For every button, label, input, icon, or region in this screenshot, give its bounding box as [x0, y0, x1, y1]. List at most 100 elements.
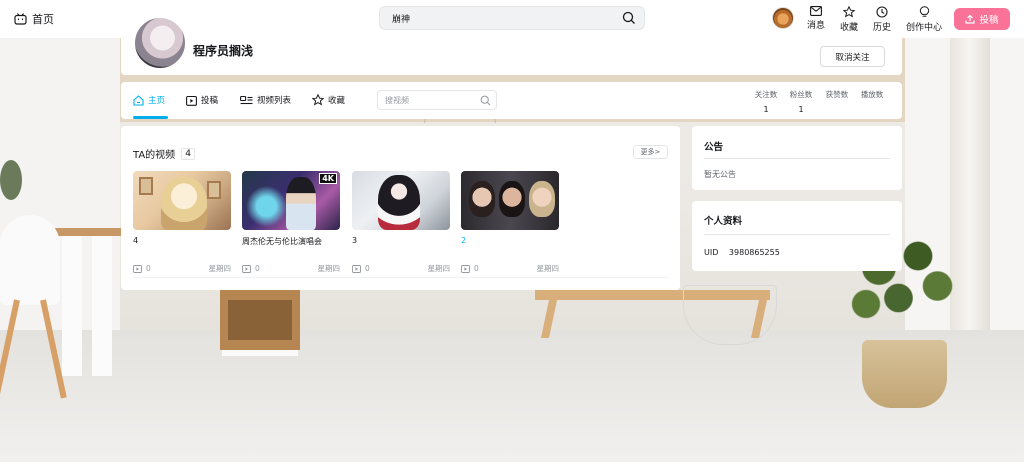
- view-count-value: 0: [474, 264, 479, 273]
- face: [469, 181, 495, 217]
- singer: [286, 177, 316, 230]
- stat-likes-label: 获赞数: [825, 90, 849, 99]
- anime-character: [378, 175, 420, 230]
- play-count-icon: [461, 264, 470, 273]
- stat-following[interactable]: 关注数 1: [751, 89, 781, 114]
- picture-frame: [207, 181, 221, 199]
- bulb-icon: [919, 6, 929, 17]
- nav-messages[interactable]: 消息: [807, 6, 825, 31]
- video-meta: 0 星期四: [352, 263, 450, 274]
- video-thumbnail[interactable]: [461, 171, 559, 230]
- notice-text: 暂无公告: [704, 170, 736, 179]
- picture-frame: [139, 177, 153, 195]
- profile-info-title: 个人资料: [704, 216, 743, 227]
- video-title[interactable]: 2: [461, 236, 559, 246]
- stat-following-label: 关注数: [754, 90, 778, 99]
- video-date: 星期四: [208, 264, 232, 273]
- view-count-value: 0: [146, 264, 151, 273]
- nav-favorites[interactable]: 收藏: [840, 6, 858, 33]
- video-title[interactable]: 4: [133, 236, 231, 246]
- stat-likes: 获赞数: [822, 89, 852, 105]
- tab-uploads[interactable]: 投稿: [186, 94, 218, 106]
- home-link[interactable]: 首页: [14, 11, 54, 27]
- video-card[interactable]: 4K 周杰伦无与伦比演唱会 0 星期四: [242, 171, 340, 274]
- nav-history-label: 历史: [873, 23, 892, 33]
- upload-button[interactable]: 投稿: [954, 8, 1010, 30]
- profile-avatar[interactable]: [133, 16, 187, 70]
- view-count-value: 0: [365, 264, 370, 273]
- tab-home-label: 主页: [148, 96, 166, 106]
- video-thumbnail[interactable]: [352, 171, 450, 230]
- tab-home[interactable]: 主页: [133, 94, 165, 106]
- tab-uploads-label: 投稿: [201, 96, 219, 106]
- video-meta: 0 星期四: [133, 263, 231, 274]
- home-label: 首页: [32, 13, 54, 26]
- header-search[interactable]: [379, 6, 645, 30]
- nav-history[interactable]: 历史: [873, 6, 891, 33]
- video-date: 星期四: [317, 264, 341, 273]
- nav-messages-label: 消息: [807, 21, 826, 31]
- video-thumbnail[interactable]: 4K: [242, 171, 340, 230]
- chair: [0, 215, 60, 305]
- stat-plays: 播放数: [857, 89, 887, 105]
- search-input[interactable]: [392, 13, 612, 23]
- table-leg: [92, 236, 112, 376]
- unfollow-button[interactable]: 取消关注: [820, 46, 885, 67]
- view-count: 0: [133, 264, 151, 273]
- video-card[interactable]: 2 0 星期四: [461, 171, 559, 274]
- video-meta: 0 星期四: [461, 263, 559, 274]
- tab-favorites[interactable]: 收藏: [312, 94, 345, 106]
- stool: [222, 350, 298, 356]
- view-count-value: 0: [255, 264, 260, 273]
- star-icon: [312, 94, 324, 106]
- video-title[interactable]: 周杰伦无与伦比演唱会: [242, 236, 340, 246]
- tab-video-list[interactable]: 视频列表: [240, 94, 291, 106]
- list-icon: [240, 95, 253, 104]
- search-icon[interactable]: [480, 95, 491, 106]
- view-count: 0: [242, 264, 260, 273]
- plant-pot: [862, 340, 947, 408]
- stat-followers[interactable]: 粉丝数 1: [786, 89, 816, 114]
- video-date: 星期四: [427, 264, 451, 273]
- more-button[interactable]: 更多>: [633, 145, 668, 159]
- video-search[interactable]: [377, 90, 497, 110]
- stat-followers-value: 1: [798, 105, 804, 114]
- uid-row: UID 3980865255: [704, 248, 780, 257]
- active-tab-indicator: [133, 116, 168, 119]
- profile-name: 程序员搁浅: [193, 44, 254, 58]
- videos-count: 4: [181, 147, 195, 160]
- stat-following-value: 1: [763, 105, 769, 114]
- divider: [704, 158, 890, 159]
- video-date: 星期四: [536, 264, 560, 273]
- view-count: 0: [461, 264, 479, 273]
- play-count-icon: [242, 264, 251, 273]
- tab-video-list-label: 视频列表: [257, 96, 292, 106]
- star-icon: [843, 6, 855, 18]
- clock-icon: [876, 6, 888, 18]
- video-title[interactable]: 3: [352, 236, 450, 246]
- play-count-icon: [133, 264, 142, 273]
- user-avatar[interactable]: [772, 7, 794, 29]
- table-leg: [62, 236, 82, 376]
- stat-plays-label: 播放数: [860, 90, 884, 99]
- video-card[interactable]: 4 0 星期四: [133, 171, 231, 274]
- upload-label: 投稿: [979, 15, 999, 26]
- tab-favorites-label: 收藏: [328, 96, 346, 106]
- videos-title: TA的视频: [133, 150, 176, 161]
- tv-icon: [14, 13, 27, 25]
- nav-creator-center[interactable]: 创作中心: [906, 6, 942, 33]
- video-card[interactable]: 3 0 星期四: [352, 171, 450, 274]
- anime-character: [161, 177, 207, 230]
- video-search-input[interactable]: [385, 95, 475, 105]
- videos-heading: TA的视频 4: [133, 146, 195, 161]
- 4k-badge: 4K: [319, 173, 337, 184]
- notice-title: 公告: [704, 142, 724, 153]
- nav-favorites-label: 收藏: [840, 23, 859, 33]
- stat-followers-label: 粉丝数: [789, 90, 813, 99]
- view-count: 0: [352, 264, 370, 273]
- divider: [704, 234, 890, 235]
- divider: [133, 277, 668, 278]
- video-thumbnail[interactable]: [133, 171, 231, 230]
- search-icon[interactable]: [622, 11, 636, 25]
- cabinet-shelf: [228, 300, 292, 340]
